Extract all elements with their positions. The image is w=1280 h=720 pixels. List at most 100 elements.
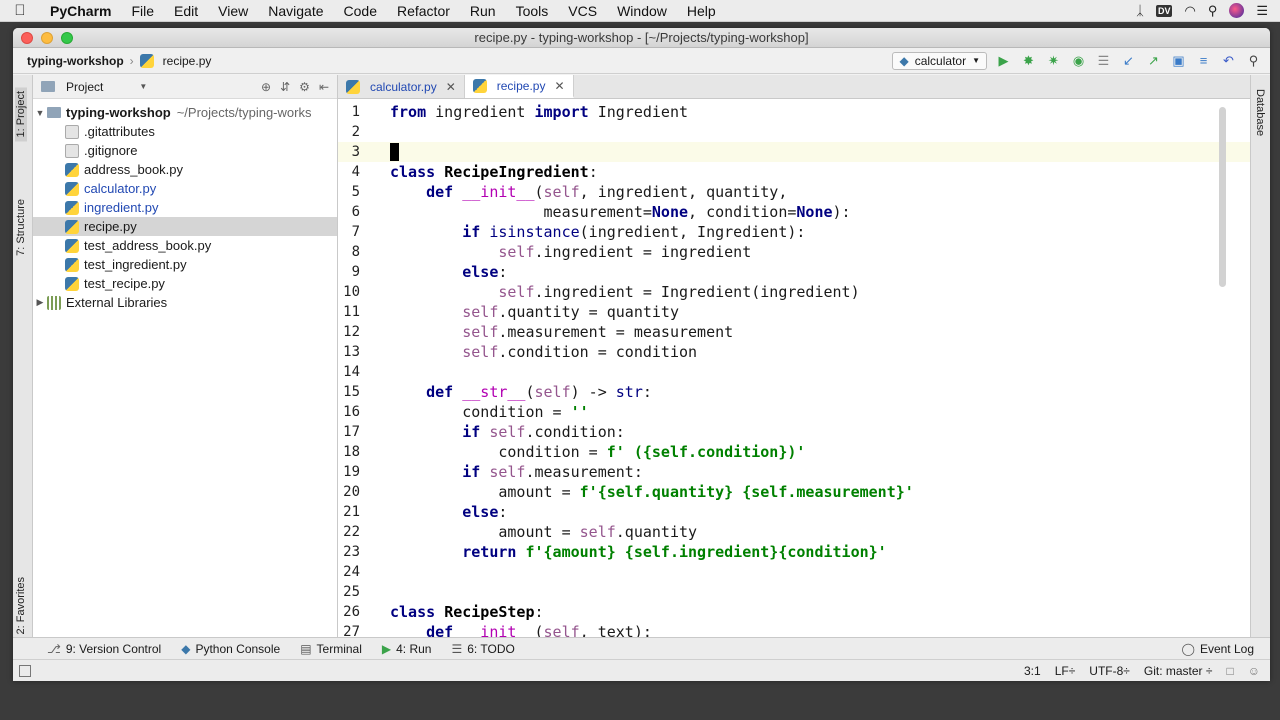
code-line[interactable]: 26 class RecipeStep: (338, 602, 1250, 622)
debug-icon[interactable]: ✸ (1020, 52, 1037, 69)
menu-window[interactable]: Window (607, 0, 677, 22)
code-line[interactable]: 1 from ingredient import Ingredient (338, 102, 1250, 122)
code-line[interactable]: 11 self.quantity = quantity (338, 302, 1250, 322)
tree-file[interactable]: test_ingredient.py (33, 255, 337, 274)
caret-position[interactable]: 3:1 (1024, 664, 1041, 678)
menu-navigate[interactable]: Navigate (258, 0, 333, 22)
siri-icon[interactable] (1229, 3, 1245, 18)
tab-version-control[interactable]: ⎇ 9: Version Control (47, 642, 161, 656)
vcs-compare-icon[interactable]: ≡ (1195, 52, 1212, 69)
code-line[interactable]: 24 (338, 562, 1250, 582)
apple-menu-icon[interactable]:  (0, 2, 40, 19)
vcs-history-icon[interactable]: ▣ (1170, 52, 1187, 69)
code-line[interactable]: 17 if self.condition: (338, 422, 1250, 442)
menu-app[interactable]: PyCharm (40, 0, 121, 22)
hide-panel-icon[interactable]: ⇤ (319, 80, 329, 94)
gear-icon[interactable]: ⚙ (299, 80, 310, 94)
code-line[interactable]: 3 (338, 142, 1250, 162)
menu-view[interactable]: View (208, 0, 258, 22)
tree-root[interactable]: ▼ typing-workshop ~/Projects/typing-work… (33, 103, 337, 122)
tool-windows-toggle-icon[interactable] (19, 664, 31, 677)
tab-project[interactable]: 1: Project (15, 87, 27, 142)
tree-file-selected[interactable]: recipe.py (33, 217, 337, 236)
menu-tools[interactable]: Tools (506, 0, 559, 22)
tree-file[interactable]: test_address_book.py (33, 236, 337, 255)
vcs-commit-icon[interactable]: ↗ (1145, 52, 1162, 69)
git-branch[interactable]: Git: master ÷ (1144, 664, 1213, 678)
file-encoding[interactable]: UTF-8÷ (1089, 664, 1130, 678)
sync-icon[interactable]: ⊕ (261, 80, 271, 94)
collapse-icon[interactable]: ⇵ (280, 80, 290, 94)
code-line[interactable]: 13 self.condition = condition (338, 342, 1250, 362)
wifi-icon[interactable]: ◠ (1184, 3, 1195, 19)
code-line[interactable]: 25 (338, 582, 1250, 602)
tree-file[interactable]: .gitignore (33, 141, 337, 160)
menu-edit[interactable]: Edit (164, 0, 208, 22)
breadcrumb-project[interactable]: typing-workshop (27, 54, 124, 68)
editor-scrollbar[interactable] (1219, 107, 1226, 287)
spotlight-search-icon[interactable]: ⚲ (1208, 3, 1218, 19)
tab-favorites[interactable]: 2: Favorites (15, 573, 27, 638)
code-line[interactable]: 10 self.ingredient = Ingredient(ingredie… (338, 282, 1250, 302)
tab-python-console[interactable]: ◆ Python Console (181, 642, 280, 656)
coverage-icon[interactable]: ✷ (1045, 52, 1062, 69)
tab-terminal[interactable]: ▤ Terminal (300, 642, 362, 656)
project-view-label[interactable]: Project (66, 80, 103, 94)
line-separator[interactable]: LF÷ (1055, 664, 1076, 678)
profile-icon[interactable]: ◉ (1070, 52, 1087, 69)
tree-file[interactable]: calculator.py (33, 179, 337, 198)
tab-event-log[interactable]: ◯ Event Log (1182, 642, 1270, 656)
close-icon[interactable]: ✕ (446, 80, 456, 94)
code-line[interactable]: 16 condition = '' (338, 402, 1250, 422)
code-line[interactable]: 21 else: (338, 502, 1250, 522)
tab-todo[interactable]: ☰ 6: TODO (451, 642, 514, 656)
menu-run[interactable]: Run (460, 0, 506, 22)
close-icon[interactable]: ✕ (554, 79, 564, 93)
vcs-update-icon[interactable]: ↙ (1120, 52, 1137, 69)
tab-calculator[interactable]: calculator.py ✕ (338, 75, 465, 98)
tab-run[interactable]: ▶ 4: Run (382, 642, 432, 656)
code-line[interactable]: 15 def __str__(self) -> str: (338, 382, 1250, 402)
expand-arrow-icon[interactable]: ▼ (33, 108, 47, 118)
zoom-window-button[interactable] (61, 31, 73, 44)
run-configuration-select[interactable]: ◆ calculator ▼ (892, 51, 987, 70)
tree-file[interactable]: address_book.py (33, 160, 337, 179)
tab-database[interactable]: Database (1254, 85, 1266, 140)
code-line[interactable]: 18 condition = f' ({self.condition})' (338, 442, 1250, 462)
dv-badge[interactable]: DV (1155, 4, 1173, 17)
code-line[interactable]: 22 amount = self.quantity (338, 522, 1250, 542)
breadcrumb-file[interactable]: recipe.py (139, 53, 211, 68)
minimize-window-button[interactable] (41, 31, 53, 44)
lock-icon[interactable]: □ (1226, 664, 1233, 678)
notification-center-icon[interactable]: ☰ (1256, 3, 1268, 19)
revert-icon[interactable]: ↶ (1220, 52, 1237, 69)
tree-file[interactable]: .gitattributes (33, 122, 337, 141)
tree-file[interactable]: ingredient.py (33, 198, 337, 217)
code-line[interactable]: 14 (338, 362, 1250, 382)
menu-vcs[interactable]: VCS (558, 0, 607, 22)
menu-refactor[interactable]: Refactor (387, 0, 460, 22)
tab-structure[interactable]: 7: Structure (15, 195, 27, 260)
search-icon[interactable]: ⚲ (1245, 52, 1262, 69)
chevron-down-icon[interactable]: ▼ (139, 82, 147, 91)
code-line[interactable]: 19 if self.measurement: (338, 462, 1250, 482)
code-line[interactable]: 23 return f'{amount} {self.ingredient}{c… (338, 542, 1250, 562)
menu-help[interactable]: Help (677, 0, 726, 22)
expand-arrow-icon[interactable]: ▶ (33, 297, 47, 308)
code-line[interactable]: 4 class RecipeIngredient: (338, 162, 1250, 182)
inspector-icon[interactable]: ☺ (1248, 664, 1260, 678)
close-window-button[interactable] (21, 31, 33, 44)
code-line[interactable]: 5 def __init__(self, ingredient, quantit… (338, 182, 1250, 202)
code-line[interactable]: 6 measurement=None, condition=None): (338, 202, 1250, 222)
build-icon[interactable]: ☰ (1095, 52, 1112, 69)
code-line[interactable]: 2 (338, 122, 1250, 142)
menu-code[interactable]: Code (334, 0, 387, 22)
tree-file[interactable]: test_recipe.py (33, 274, 337, 293)
tab-recipe[interactable]: recipe.py ✕ (464, 75, 574, 98)
code-line[interactable]: 12 self.measurement = measurement (338, 322, 1250, 342)
code-editor[interactable]: 1 from ingredient import Ingredient 2 3 4 cla… (338, 99, 1250, 649)
code-line[interactable]: 8 self.ingredient = ingredient (338, 242, 1250, 262)
code-line[interactable]: 9 else: (338, 262, 1250, 282)
code-line[interactable]: 7 if isinstance(ingredient, Ingredient): (338, 222, 1250, 242)
tree-external-libraries[interactable]: ▶ External Libraries (33, 293, 337, 312)
